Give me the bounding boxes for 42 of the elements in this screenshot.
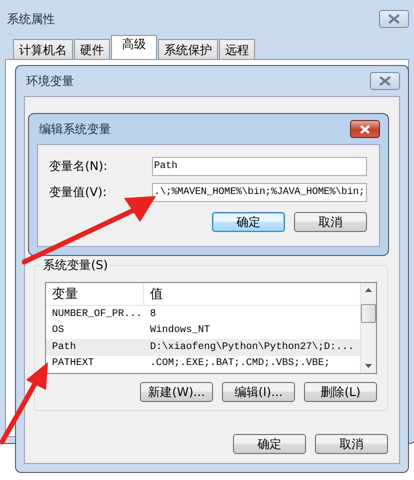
- list-action-button[interactable]: 编辑(I)...: [222, 382, 295, 402]
- tab[interactable]: 高级: [111, 35, 157, 59]
- field-label: 变量值(V):: [49, 184, 108, 201]
- variable-value: Windows_NT: [149, 325, 212, 336]
- list-action-button[interactable]: 删除(L): [304, 382, 377, 402]
- variable-name: OS: [51, 325, 66, 336]
- input-field[interactable]: .\;%MAVEN_HOME%\bin;%JAVA_HOME%\bin;: [152, 183, 367, 202]
- dialog-button[interactable]: 取消: [294, 212, 367, 232]
- tab[interactable]: 远程: [219, 39, 255, 59]
- scroll-thumb[interactable]: [361, 304, 376, 322]
- field-label: 变量名(N):: [49, 158, 108, 175]
- list-row[interactable]: PATHEXT .COM;.EXE;.BAT;.CMD;.VBS;.VBE;: [46, 356, 360, 372]
- variable-name: PATHEXT: [51, 358, 96, 370]
- dialog-title: 环境变量: [25, 72, 74, 90]
- scroll-down-icon[interactable]: [365, 364, 372, 368]
- group-label: 系统变量(S): [41, 257, 110, 274]
- list-row[interactable]: Path D:\xiaofeng\Python\Python27\;D:...: [46, 339, 360, 356]
- column-header[interactable]: 变量: [46, 283, 144, 305]
- close-icon: [378, 76, 392, 86]
- variable-value: .COM;.EXE;.BAT;.CMD;.VBS;.VBE;: [149, 358, 332, 370]
- tab[interactable]: 系统保护: [158, 39, 218, 59]
- variable-value: 8: [149, 308, 158, 320]
- column-header[interactable]: 值: [144, 283, 360, 305]
- window-title: 系统属性: [6, 10, 55, 28]
- variable-name: NUMBER_OF_PR...: [51, 308, 144, 320]
- variable-value: D:\xiaofeng\Python\Python27\;D:...: [149, 342, 356, 353]
- scroll-up-icon[interactable]: [365, 288, 372, 292]
- dialog-button[interactable]: 确定: [233, 434, 306, 454]
- list-row[interactable]: NUMBER_OF_PR... 8: [46, 306, 360, 322]
- dialog-button[interactable]: 确定: [212, 212, 285, 232]
- close-button[interactable]: [350, 120, 380, 138]
- close-icon: [359, 124, 371, 134]
- tab[interactable]: 硬件: [74, 39, 110, 59]
- dialog-button[interactable]: 取消: [315, 434, 388, 454]
- input-field[interactable]: Path: [152, 157, 367, 176]
- tab[interactable]: 计算机名: [13, 39, 73, 59]
- list-action-button[interactable]: 新建(W)...: [140, 382, 213, 402]
- list-row[interactable]: OS Windows_NT: [46, 322, 360, 339]
- variable-name: Path: [51, 342, 78, 353]
- dialog-title: 编辑系统变量: [38, 120, 111, 138]
- close-icon: [387, 14, 401, 24]
- scrollbar[interactable]: [360, 283, 376, 373]
